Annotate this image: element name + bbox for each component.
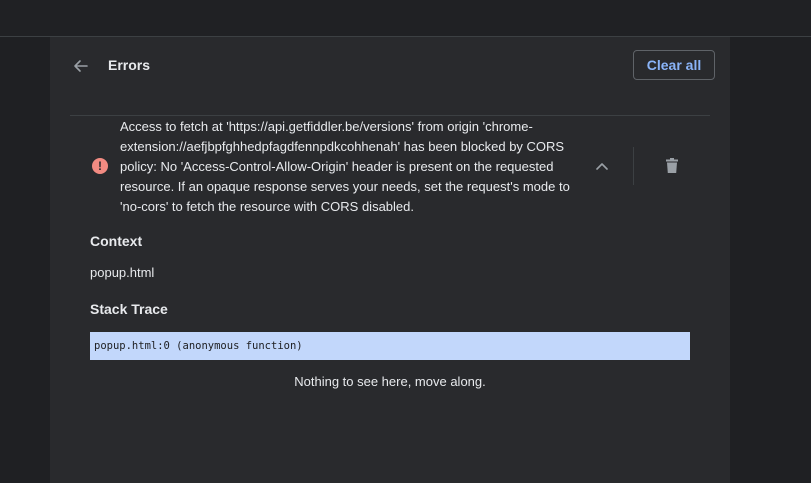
errors-panel: Errors Clear all ! Access to fetch at 'h… [50, 37, 730, 483]
chevron-up-icon [596, 163, 608, 170]
context-value: popup.html [90, 265, 155, 280]
back-button[interactable] [68, 54, 92, 78]
header-divider [70, 115, 710, 116]
stack-trace-line[interactable]: popup.html:0 (anonymous function) [90, 332, 690, 360]
browser-top-bar [0, 0, 811, 37]
arrow-back-icon [74, 60, 88, 72]
page-title: Errors [108, 57, 151, 73]
context-heading: Context [90, 233, 143, 249]
trash-icon [666, 157, 678, 173]
page-background-right [730, 37, 811, 483]
clear-all-button[interactable]: Clear all [633, 50, 715, 80]
collapse-button[interactable] [592, 156, 612, 176]
error-icon: ! [92, 158, 108, 174]
empty-message: Nothing to see here, move along. [294, 374, 486, 389]
stack-trace-heading: Stack Trace [90, 301, 168, 317]
action-separator [633, 147, 634, 185]
delete-error-button[interactable] [662, 155, 682, 175]
error-message: Access to fetch at 'https://api.getfiddl… [120, 119, 570, 214]
page-background-left [0, 37, 50, 483]
